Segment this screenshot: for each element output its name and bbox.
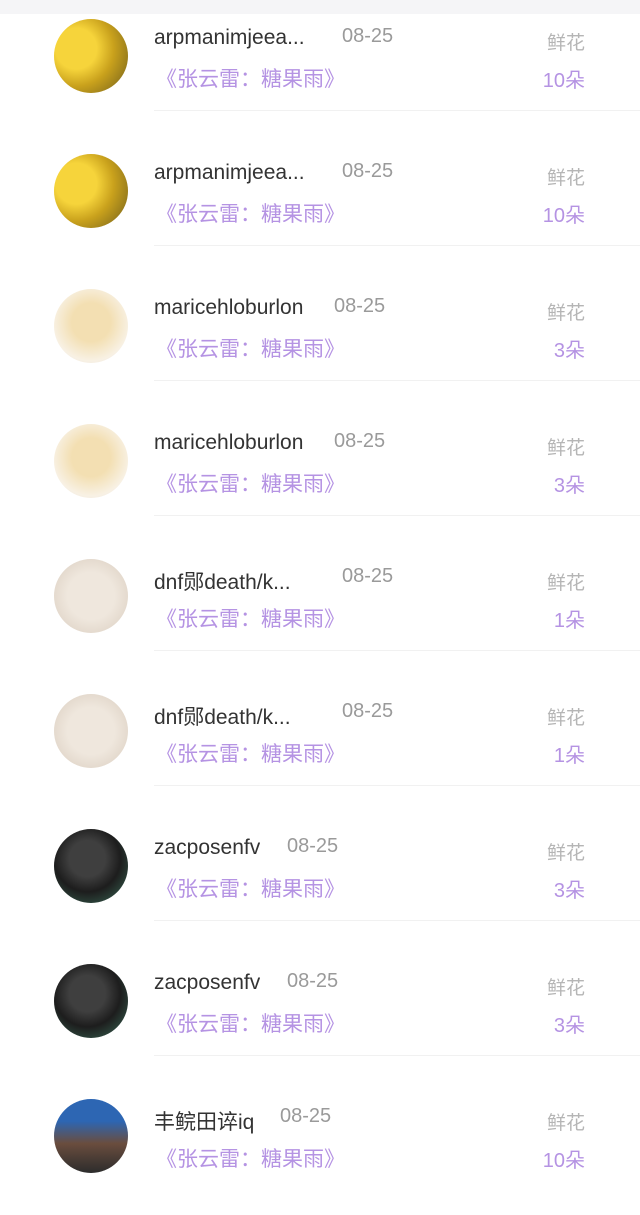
divider: [154, 380, 640, 381]
gift-count: 3朵: [553, 340, 585, 362]
list-item[interactable]: zacposenfv 08-25 《张云雷：糖果雨》 鲜花 3朵: [0, 945, 640, 1080]
gift-type: 鲜花: [546, 843, 585, 864]
date: 08-25: [287, 835, 339, 857]
avatar[interactable]: [54, 19, 128, 93]
gift-count: 3朵: [553, 1015, 585, 1037]
date: 08-25: [280, 1105, 332, 1127]
date: 08-25: [287, 970, 339, 992]
gift-type: 鲜花: [546, 1113, 585, 1134]
gift-type: 鲜花: [546, 33, 585, 54]
date: 08-25: [334, 295, 386, 317]
divider: [154, 245, 640, 246]
list-item[interactable]: maricehloburlon 08-25 《张云雷：糖果雨》 鲜花 3朵: [0, 270, 640, 405]
date: 08-25: [342, 565, 394, 587]
list-item[interactable]: arpmanimjeea... 08-25 《张云雷：糖果雨》 鲜花 10朵: [0, 135, 640, 270]
list-item[interactable]: 丰鲩田谇iq 08-25 《张云雷：糖果雨》 鲜花 10朵: [0, 1080, 640, 1215]
list-item[interactable]: dnf郧death/k... 08-25 《张云雷：糖果雨》 鲜花 1朵: [0, 540, 640, 675]
username[interactable]: zacposenfv: [154, 836, 260, 860]
date: 08-25: [342, 160, 394, 182]
username[interactable]: arpmanimjeea...: [154, 161, 305, 185]
work-title[interactable]: 《张云雷：糖果雨》: [156, 1008, 345, 1038]
work-title[interactable]: 《张云雷：糖果雨》: [156, 873, 345, 903]
avatar[interactable]: [54, 289, 128, 363]
username[interactable]: maricehloburlon: [154, 296, 303, 320]
date: 08-25: [342, 700, 394, 722]
work-title[interactable]: 《张云雷：糖果雨》: [156, 738, 345, 768]
work-title[interactable]: 《张云雷：糖果雨》: [156, 198, 345, 228]
gift-type: 鲜花: [546, 573, 585, 594]
work-title[interactable]: 《张云雷：糖果雨》: [156, 468, 345, 498]
gift-type: 鲜花: [546, 303, 585, 324]
gift-type: 鲜花: [546, 978, 585, 999]
username[interactable]: dnf郧death/k...: [154, 566, 291, 596]
list-item[interactable]: zacposenfv 08-25 《张云雷：糖果雨》 鲜花 3朵: [0, 810, 640, 945]
username[interactable]: arpmanimjeea...: [154, 26, 305, 50]
gift-count: 1朵: [553, 610, 585, 632]
divider: [154, 785, 640, 786]
gift-count: 3朵: [553, 880, 585, 902]
gift-count: 3朵: [553, 475, 585, 497]
date: 08-25: [334, 430, 386, 452]
gift-count: 10朵: [542, 1150, 585, 1172]
avatar[interactable]: [54, 1099, 128, 1173]
gift-type: 鲜花: [546, 708, 585, 729]
divider: [154, 1055, 640, 1056]
list-item[interactable]: maricehloburlon 08-25 《张云雷：糖果雨》 鲜花 3朵: [0, 405, 640, 540]
list-item[interactable]: dnf郧death/k... 08-25 《张云雷：糖果雨》 鲜花 1朵: [0, 675, 640, 810]
avatar[interactable]: [54, 829, 128, 903]
gift-count: 10朵: [542, 70, 585, 92]
avatar[interactable]: [54, 424, 128, 498]
work-title[interactable]: 《张云雷：糖果雨》: [156, 1143, 345, 1173]
divider: [154, 110, 640, 111]
divider: [154, 515, 640, 516]
avatar[interactable]: [54, 154, 128, 228]
divider: [154, 650, 640, 651]
date: 08-25: [342, 25, 394, 47]
username[interactable]: zacposenfv: [154, 971, 260, 995]
gift-count: 1朵: [553, 745, 585, 767]
username[interactable]: dnf郧death/k...: [154, 701, 291, 731]
divider: [154, 920, 640, 921]
work-title[interactable]: 《张云雷：糖果雨》: [156, 333, 345, 363]
gift-type: 鲜花: [546, 168, 585, 189]
avatar[interactable]: [54, 559, 128, 633]
avatar[interactable]: [54, 694, 128, 768]
username[interactable]: 丰鲩田谇iq: [154, 1106, 254, 1136]
gift-type: 鲜花: [546, 438, 585, 459]
username[interactable]: maricehloburlon: [154, 431, 303, 455]
gift-count: 10朵: [542, 205, 585, 227]
work-title[interactable]: 《张云雷：糖果雨》: [156, 63, 345, 93]
avatar[interactable]: [54, 964, 128, 1038]
work-title[interactable]: 《张云雷：糖果雨》: [156, 603, 345, 633]
list-item[interactable]: arpmanimjeea... 08-25 《张云雷：糖果雨》 鲜花 10朵: [0, 0, 640, 135]
